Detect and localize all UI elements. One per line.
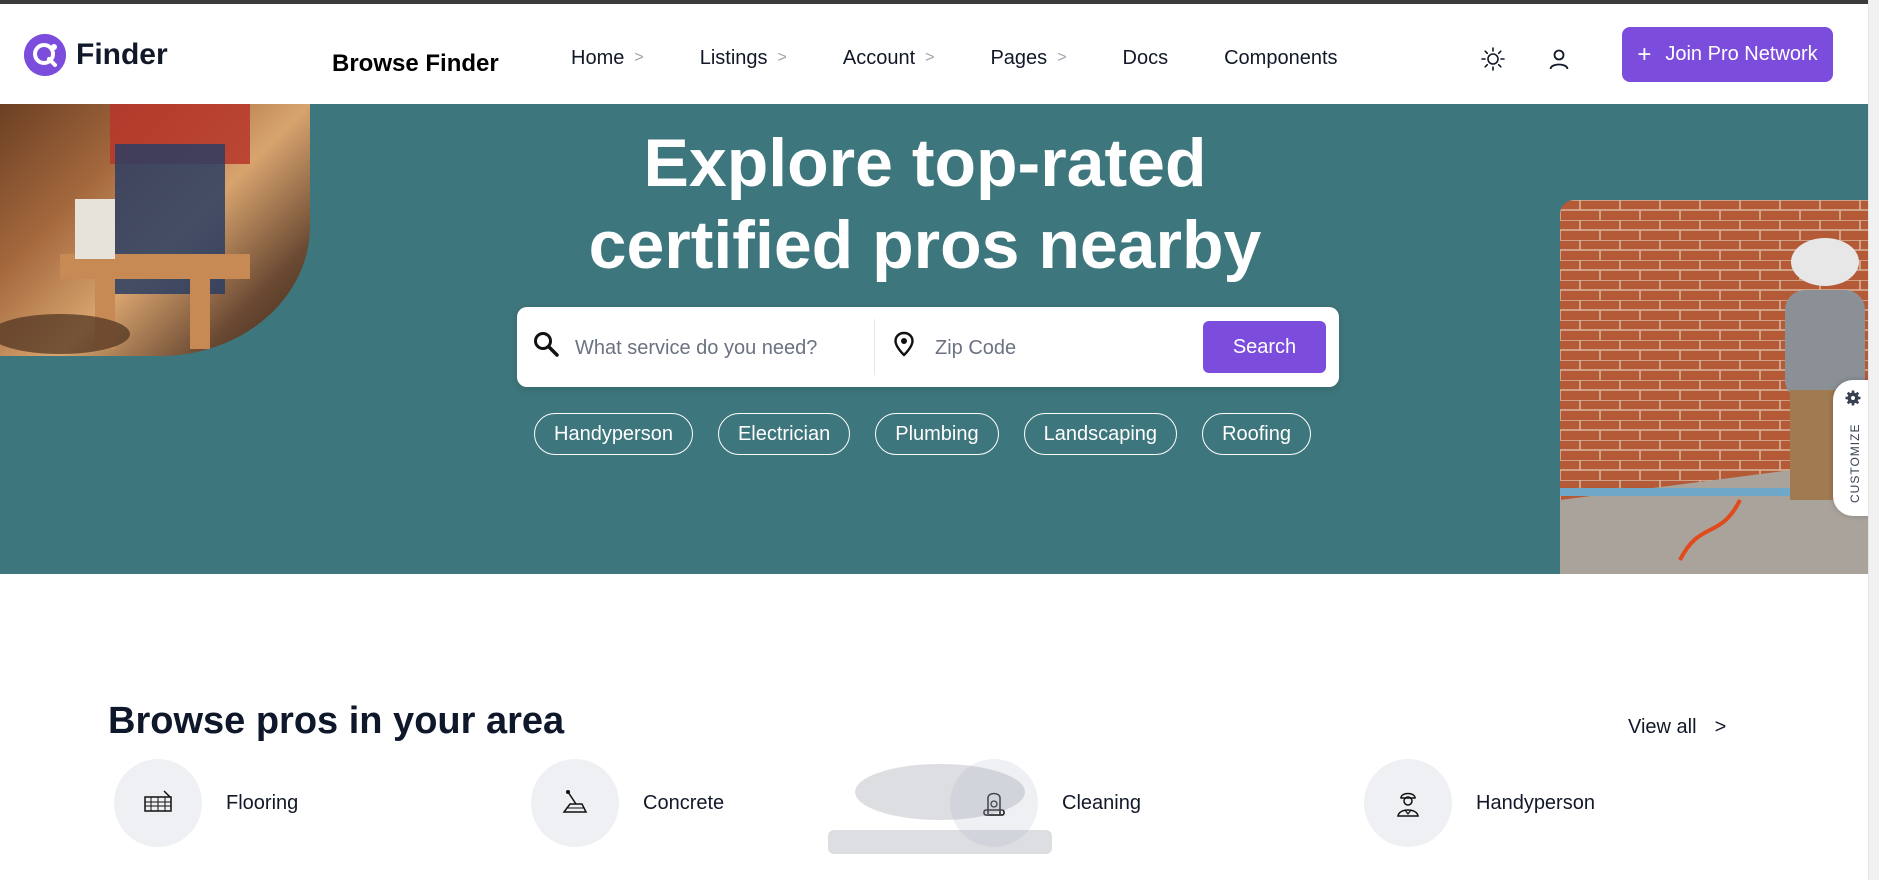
nav-item-components[interactable]: Components [1224,47,1337,70]
bricklayer-photo [1560,200,1869,574]
nav-item-account[interactable]: Account > [843,47,935,70]
hero-title-line-2: certified pros nearby [588,207,1262,283]
category-label: Flooring [226,791,299,814]
category-flooring[interactable]: Flooring [114,759,298,847]
chip-plumbing[interactable]: Plumbing [875,413,999,455]
zip-code-input[interactable] [933,327,1197,369]
search-icon [531,329,561,364]
nav-item-home[interactable]: Home > [571,47,644,70]
map-pin-icon [893,331,915,362]
category-icon-circle [1364,759,1452,847]
nav-label: Docs [1122,46,1169,69]
logo[interactable]: Finder [24,34,168,76]
chevron-right-icon: > [777,49,787,66]
concrete-icon [562,790,588,813]
flooring-icon [144,790,172,812]
search-button[interactable]: Search [1203,321,1326,373]
nav-label: Account [842,46,916,69]
nav-label: Pages [990,46,1048,69]
watermark-logo [828,764,1052,854]
finder-logo-icon [24,34,66,76]
chevron-right-icon: > [925,49,935,66]
page-title: Browse Finder [332,50,499,77]
view-all-link[interactable]: View all > [1628,716,1726,739]
category-label: Concrete [643,791,725,814]
sun-icon [1481,47,1505,71]
customize-label: CUSTOMIZE [1848,423,1862,503]
nav-item-listings[interactable]: Listings > [700,47,787,70]
search-divider [874,319,875,375]
chip-handyperson[interactable]: Handyperson [534,413,693,455]
category-label: Cleaning [1062,791,1141,814]
chip-roofing[interactable]: Roofing [1202,413,1311,455]
nav-item-docs[interactable]: Docs [1123,47,1169,70]
section-title: Browse pros in your area [108,700,565,742]
gear-icon [1845,390,1861,411]
category-handyperson[interactable]: Handyperson [1364,759,1595,847]
view-all-label: View all [1628,716,1697,738]
category-concrete[interactable]: Concrete [531,759,724,847]
category-label: Handyperson [1476,791,1595,814]
service-search-input[interactable] [573,327,877,369]
user-icon [1549,49,1569,70]
chevron-right-icon: > [1714,716,1727,738]
account-button[interactable] [1542,42,1576,76]
hero-section: Explore top-rated certified pros nearby … [0,104,1869,574]
carpenter-photo [0,104,310,356]
plus-icon: + [1637,40,1652,68]
site-header: Finder Browse Finder Home > Listings > A… [0,4,1879,104]
worker-icon [1397,792,1419,817]
chip-electrician[interactable]: Electrician [717,413,851,455]
customize-panel-toggle[interactable]: CUSTOMIZE [1833,380,1873,516]
hero-title-line-1: Explore top-rated [643,125,1207,201]
category-icon-circle [114,759,202,847]
nav-label: Home [571,46,625,69]
logo-text: Finder [76,38,168,71]
chevron-right-icon: > [1057,49,1067,66]
join-pro-network-button[interactable]: + Join Pro Network [1622,27,1833,82]
nav-label: Components [1224,46,1338,69]
nav-item-pages[interactable]: Pages > [990,47,1066,70]
service-chips: Handyperson Electrician Plumbing Landsca… [534,413,1311,455]
theme-toggle-button[interactable] [1476,42,1510,76]
join-button-label: Join Pro Network [1665,43,1818,65]
category-icon-circle [531,759,619,847]
main-nav: Home > Listings > Account > Pages > Docs… [571,44,1394,72]
nav-label: Listings [699,46,768,69]
page-scrollbar[interactable] [1868,0,1879,880]
search-box: Search [517,307,1339,387]
chip-landscaping[interactable]: Landscaping [1023,413,1178,455]
chevron-right-icon: > [634,49,644,66]
hero-title: Explore top-rated certified pros nearby [420,122,1430,286]
